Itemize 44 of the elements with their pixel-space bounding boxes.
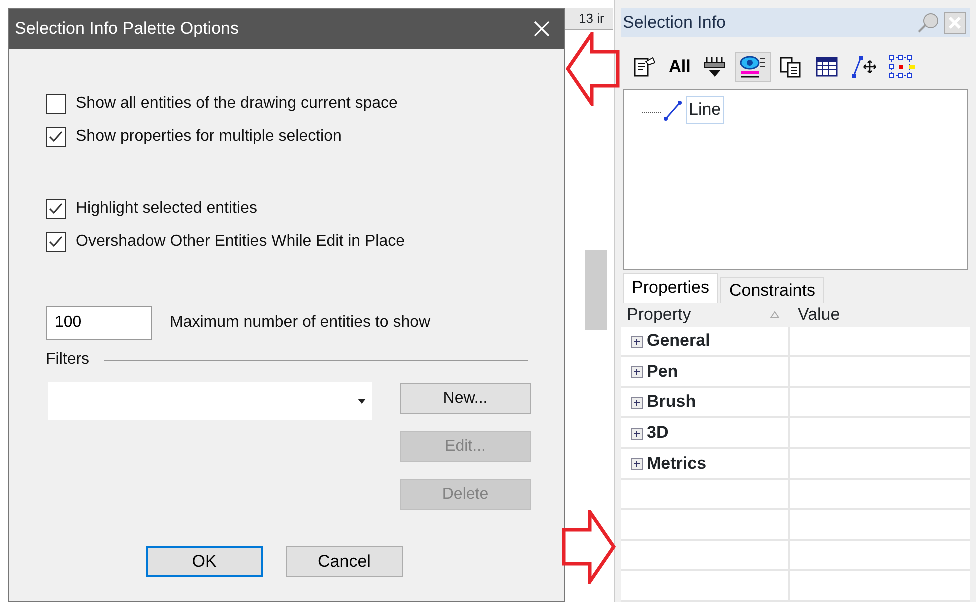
- copy-icon: [779, 54, 803, 79]
- line-move-icon: [851, 54, 877, 79]
- selection-grid-icon: [889, 54, 917, 79]
- field-label: Maximum number of entities to show: [170, 313, 431, 333]
- property-group: General: [647, 328, 710, 354]
- checkbox-label: Highlight selected entities: [76, 198, 258, 218]
- checkmark-icon: [49, 236, 63, 248]
- property-group: Pen: [647, 358, 678, 384]
- property-group: 3D: [647, 420, 669, 446]
- ruler-label: 13 ir: [565, 8, 613, 30]
- checkbox[interactable]: [46, 94, 66, 114]
- dropdown-caret-icon: [358, 398, 366, 404]
- checkbox-label: Show properties for multiple selection: [76, 126, 342, 146]
- scrollbar-thumb[interactable]: [585, 250, 607, 330]
- number-field[interactable]: 100: [46, 306, 152, 340]
- checkmark-icon: [49, 202, 63, 214]
- eye-icon: [739, 54, 767, 79]
- filter-icon: [703, 54, 727, 79]
- dropdown-field[interactable]: [48, 382, 372, 420]
- panel-title: Selection Info: [623, 12, 726, 34]
- checkbox[interactable]: [46, 126, 66, 146]
- properties-icon: [633, 54, 657, 79]
- checkbox-label: Show all entities of the drawing current space: [76, 94, 398, 114]
- checkmark-icon: [49, 130, 63, 142]
- dialog-button[interactable]: OK: [146, 546, 263, 577]
- all-button[interactable]: All: [665, 52, 695, 82]
- tab[interactable]: Constraints: [720, 276, 824, 303]
- group-label: Filters: [46, 350, 90, 370]
- property-group: Metrics: [647, 450, 707, 476]
- sort-icon: [770, 310, 780, 319]
- checkbox[interactable]: [46, 232, 66, 252]
- checkbox[interactable]: [46, 198, 66, 218]
- table-icon: [815, 54, 839, 79]
- filter-button[interactable]: New...: [400, 383, 531, 414]
- tree-item[interactable]: Line: [686, 96, 724, 124]
- column-header: Property: [627, 304, 692, 326]
- dialog-button[interactable]: Cancel: [286, 546, 403, 577]
- column-header: Value: [797, 304, 842, 326]
- dialog-title: Selection Info Palette Options: [15, 18, 239, 40]
- checkbox-label: Overshadow Other Entities While Edit in Place: [76, 232, 406, 252]
- property-group: Brush: [647, 389, 696, 415]
- toolbar-button[interactable]: [735, 52, 771, 82]
- close-icon: [948, 16, 962, 30]
- tab[interactable]: Properties: [623, 272, 718, 303]
